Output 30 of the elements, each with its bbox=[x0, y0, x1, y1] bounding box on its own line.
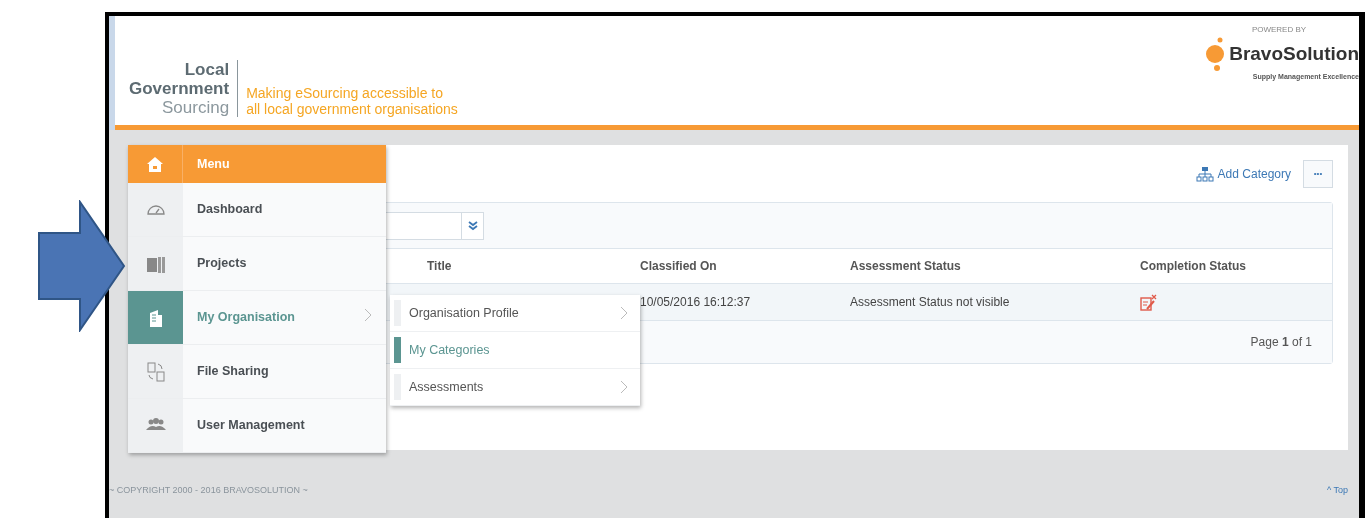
table-cell-text: 10/05/2016 16:12:37 bbox=[640, 294, 752, 311]
column-header: Assessment Status bbox=[850, 258, 962, 275]
top-link[interactable]: ^ Top bbox=[1326, 484, 1348, 498]
filter-dropdown[interactable] bbox=[384, 211, 484, 240]
file-exchange-icon bbox=[145, 361, 166, 382]
more-button[interactable]: ••• bbox=[1303, 159, 1333, 188]
table-cell-text: Assessment Status not visible bbox=[850, 294, 1011, 311]
menu-item[interactable]: Projects bbox=[128, 237, 386, 291]
logo-text: Sourcing bbox=[161, 98, 230, 117]
submenu-item[interactable]: Assessments bbox=[390, 369, 640, 406]
menu-item[interactable]: Dashboard bbox=[128, 183, 386, 237]
home-icon bbox=[146, 155, 164, 173]
submenu-item[interactable]: Organisation Profile bbox=[390, 295, 640, 332]
menu-item[interactable]: User Management bbox=[128, 399, 386, 453]
logo-text: Government bbox=[129, 79, 230, 98]
hierarchy-icon bbox=[1195, 165, 1214, 182]
tagline-text: Making eSourcing accessible to bbox=[246, 85, 445, 101]
double-chevron-icon bbox=[467, 220, 478, 231]
column-header: Completion Status bbox=[1140, 258, 1247, 275]
column-header: Classified On bbox=[640, 258, 718, 275]
logo-text: Local bbox=[183, 60, 230, 79]
brand-name: BravoSolution bbox=[1229, 41, 1359, 66]
menu-item[interactable]: File Sharing bbox=[128, 345, 386, 399]
powered-by-text: POWERED BY bbox=[1250, 24, 1308, 36]
copyright-text: ~ COPYRIGHT 2000 - 2016 BRAVOSOLUTION ~ bbox=[109, 484, 308, 497]
submenu-item[interactable]: My Categories bbox=[390, 332, 640, 369]
page-indicator: Page 1 of 1 bbox=[1250, 334, 1312, 351]
tagline-text: all local government organisations bbox=[246, 101, 458, 117]
add-category-link[interactable]: Add Category bbox=[1195, 164, 1291, 183]
column-header: Title bbox=[427, 258, 453, 275]
